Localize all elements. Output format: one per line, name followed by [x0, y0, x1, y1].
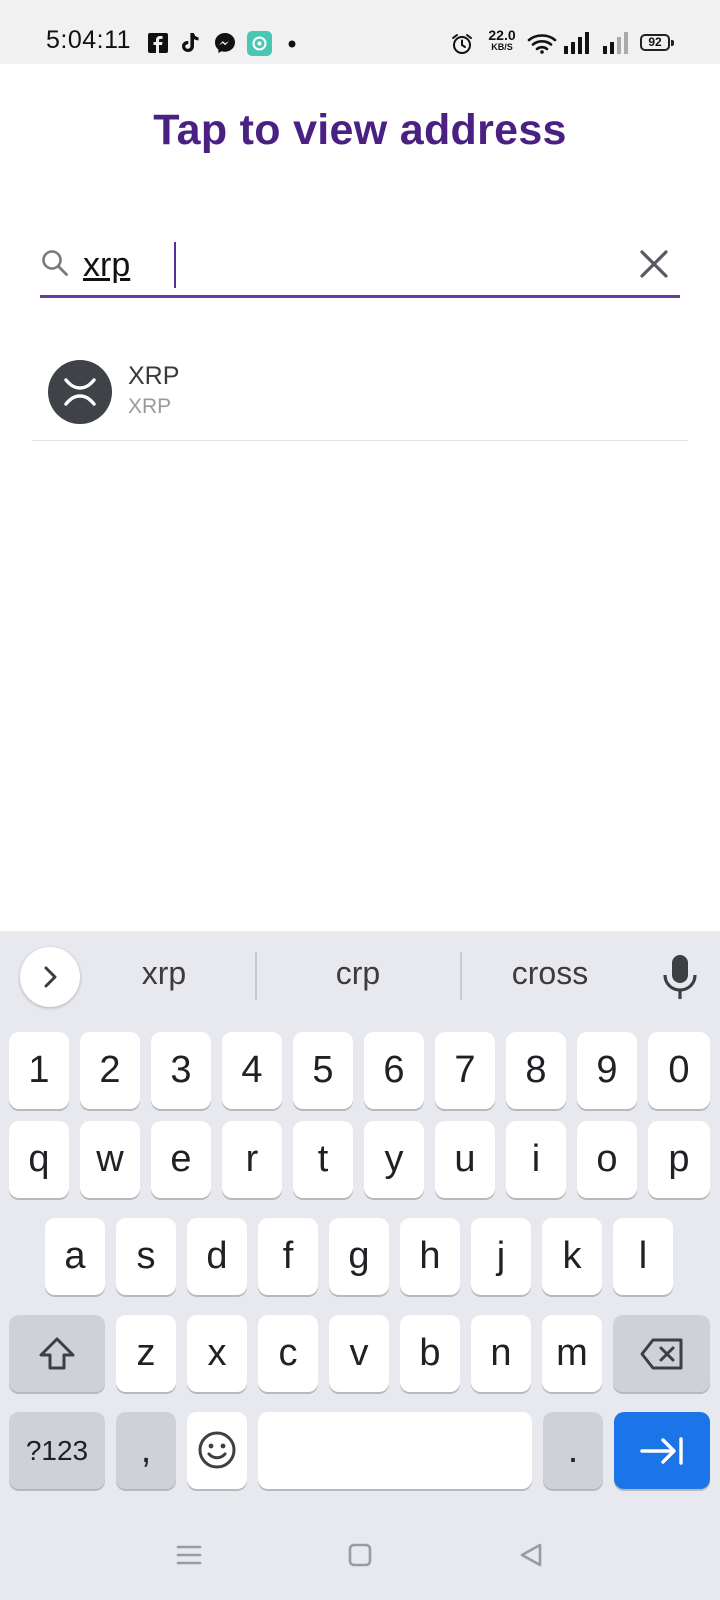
chevron-right-icon	[44, 966, 57, 988]
back-icon[interactable]	[518, 1542, 544, 1568]
key-1[interactable]: 1	[9, 1032, 69, 1109]
suggestion-divider	[255, 952, 257, 1000]
suggestion-bar: xrp crp cross	[0, 931, 720, 1023]
key-w[interactable]: w	[80, 1121, 140, 1198]
page-title: Tap to view address	[153, 106, 567, 154]
tiktok-icon	[182, 33, 199, 52]
key-e[interactable]: e	[151, 1121, 211, 1198]
key-4[interactable]: 4	[222, 1032, 282, 1109]
network-speed: 22.0 KB/S	[482, 28, 522, 52]
key-5[interactable]: 5	[293, 1032, 353, 1109]
key-7[interactable]: 7	[435, 1032, 495, 1109]
key-f[interactable]: f	[258, 1218, 318, 1295]
emoji-icon	[198, 1431, 236, 1469]
key-g[interactable]: g	[329, 1218, 389, 1295]
emoji-key[interactable]	[187, 1412, 247, 1489]
search-input[interactable]	[83, 240, 603, 290]
key-k[interactable]: k	[542, 1218, 602, 1295]
menu-icon[interactable]	[176, 1542, 202, 1568]
network-speed-unit: KB/S	[491, 42, 513, 52]
key-a[interactable]: a	[45, 1218, 105, 1295]
key-0[interactable]: 0	[648, 1032, 710, 1109]
key-8[interactable]: 8	[506, 1032, 566, 1109]
result-item-xrp[interactable]: XRP XRP	[32, 340, 688, 441]
key-r[interactable]: r	[222, 1121, 282, 1198]
symbols-key[interactable]: ?123	[9, 1412, 105, 1489]
suggestion-divider	[460, 952, 462, 1000]
key-m[interactable]: m	[542, 1315, 602, 1392]
shift-key[interactable]	[9, 1315, 105, 1392]
backspace-key[interactable]	[613, 1315, 710, 1392]
text-cursor	[174, 242, 176, 288]
app-icon	[247, 31, 272, 56]
shift-icon	[39, 1337, 75, 1370]
signal-weak-icon	[603, 32, 628, 54]
status-time: 5:04:11	[46, 26, 132, 54]
key-t[interactable]: t	[293, 1121, 353, 1198]
key-c[interactable]: c	[258, 1315, 318, 1392]
backspace-icon	[640, 1338, 682, 1370]
key-h[interactable]: h	[400, 1218, 460, 1295]
facebook-icon	[148, 33, 168, 53]
keyboard-expand-button[interactable]	[20, 947, 80, 1007]
key-v[interactable]: v	[329, 1315, 389, 1392]
key-q[interactable]: q	[9, 1121, 69, 1198]
key-j[interactable]: j	[471, 1218, 531, 1295]
key-u[interactable]: u	[435, 1121, 495, 1198]
key-3[interactable]: 3	[151, 1032, 211, 1109]
space-key[interactable]	[258, 1412, 532, 1489]
keyboard: xrp crp cross 1 2 3 4 5 6 7 8 9 0 q w e …	[0, 931, 720, 1514]
key-6[interactable]: 6	[364, 1032, 424, 1109]
network-speed-value: 22.0	[488, 27, 516, 43]
suggestion-2[interactable]: crp	[298, 955, 418, 992]
navigation-bar	[0, 1514, 720, 1600]
key-o[interactable]: o	[577, 1121, 637, 1198]
coin-name: XRP	[128, 362, 180, 390]
key-x[interactable]: x	[187, 1315, 247, 1392]
coin-symbol: XRP	[128, 395, 172, 418]
key-s[interactable]: s	[116, 1218, 176, 1295]
key-p[interactable]: p	[648, 1121, 710, 1198]
key-y[interactable]: y	[364, 1121, 424, 1198]
key-i[interactable]: i	[506, 1121, 566, 1198]
search-bar	[40, 236, 680, 298]
enter-arrow-icon	[640, 1437, 683, 1465]
key-n[interactable]: n	[471, 1315, 531, 1392]
suggestion-1[interactable]: xrp	[104, 955, 224, 992]
search-icon	[42, 250, 68, 276]
key-z[interactable]: z	[116, 1315, 176, 1392]
period-key[interactable]: .	[543, 1412, 603, 1489]
alarm-icon	[452, 34, 472, 54]
key-9[interactable]: 9	[577, 1032, 637, 1109]
clear-search-button[interactable]	[628, 238, 680, 290]
status-bar: 5:04:11 22.0 KB/S 92	[0, 0, 720, 64]
xrp-logo-icon	[48, 360, 112, 424]
key-2[interactable]: 2	[80, 1032, 140, 1109]
close-icon	[640, 250, 668, 278]
suggestion-3[interactable]: cross	[488, 955, 612, 992]
key-l[interactable]: l	[613, 1218, 673, 1295]
battery-icon: 92	[640, 34, 674, 51]
wifi-icon	[527, 34, 557, 54]
signal-icon	[564, 32, 589, 54]
home-icon[interactable]	[347, 1542, 373, 1568]
dot-icon	[288, 40, 296, 48]
key-d[interactable]: d	[187, 1218, 247, 1295]
comma-key[interactable]: ,	[116, 1412, 176, 1489]
enter-key[interactable]	[614, 1412, 710, 1489]
voice-input-button[interactable]	[660, 953, 700, 1003]
key-b[interactable]: b	[400, 1315, 460, 1392]
microphone-icon	[663, 955, 697, 999]
messenger-icon	[215, 33, 235, 53]
